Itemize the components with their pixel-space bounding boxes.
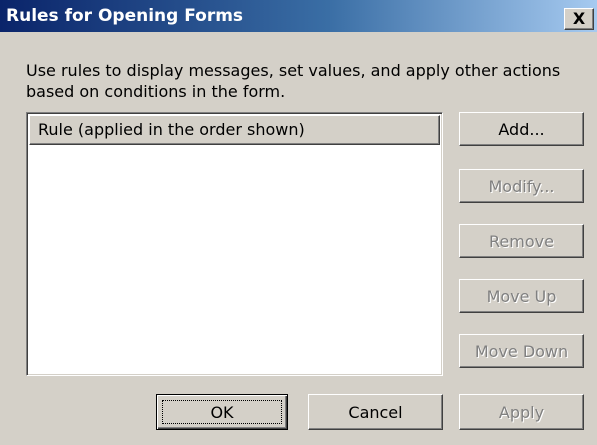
add-button[interactable]: Add... [459,112,584,146]
move-down-button[interactable]: Move Down [459,334,584,368]
rules-listbox[interactable]: Rule (applied in the order shown) [26,112,443,376]
close-button[interactable]: X [564,8,594,30]
apply-button-label: Apply [498,402,545,422]
dialog-description: Use rules to display messages, set value… [26,61,561,101]
move-down-button-label: Move Down [474,341,569,361]
move-up-button[interactable]: Move Up [459,279,584,313]
cancel-button-label: Cancel [348,402,403,422]
modify-button-label: Modify... [488,176,555,196]
modify-button[interactable]: Modify... [459,169,584,203]
apply-button[interactable]: Apply [459,394,584,430]
close-icon: X [572,9,586,28]
title-bar[interactable]: Rules for Opening Forms X [0,0,597,32]
remove-button[interactable]: Remove [459,224,584,258]
move-up-button-label: Move Up [486,286,557,306]
add-button-label: Add... [498,119,545,139]
remove-button-label: Remove [489,231,554,251]
cancel-button[interactable]: Cancel [308,394,443,430]
rule-column-header[interactable]: Rule (applied in the order shown) [29,115,440,145]
ok-button-label: OK [210,402,234,422]
ok-button[interactable]: OK [156,394,288,430]
dialog-title: Rules for Opening Forms [6,6,244,26]
